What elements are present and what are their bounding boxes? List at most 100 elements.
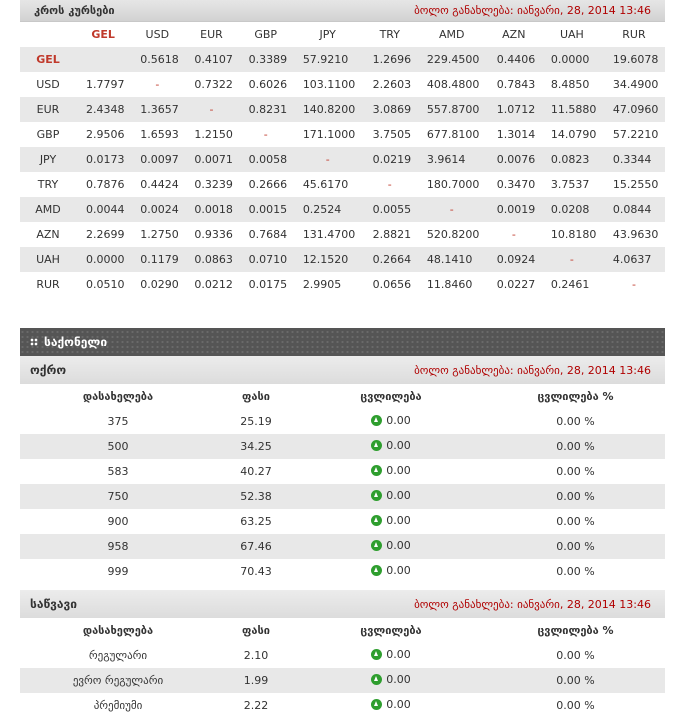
rate-cell: 0.5618 (130, 47, 185, 72)
item-change-pct: 0.00 % (486, 668, 665, 693)
rate-cell: 12.1520 (292, 247, 363, 272)
change-value: 0.00 (371, 539, 411, 552)
rate-cell: 3.7505 (362, 122, 417, 147)
rate-cell: 131.4700 (292, 222, 363, 247)
cross-rates-header-row: GEL USD EUR GBP JPY TRY AMD AZN UAH RUR (20, 22, 665, 47)
change-text: 0.00 (386, 698, 411, 711)
rate-cell: - (130, 72, 185, 97)
rate-cell: 2.8821 (362, 222, 417, 247)
arrow-up-icon (371, 515, 383, 526)
rate-cell: 1.0712 (486, 97, 541, 122)
rate-cell: 1.2696 (362, 47, 417, 72)
col-price: ფასი (216, 384, 296, 409)
item-name: 958 (20, 534, 216, 559)
rate-cell: - (292, 147, 363, 172)
rate-cell: - (238, 122, 293, 147)
rate-cell: 0.0055 (362, 197, 417, 222)
change-text: 0.00 (386, 464, 411, 477)
rate-cell: 0.3470 (486, 172, 541, 197)
rate-cell: 45.6170 (292, 172, 363, 197)
rate-cell: 0.3389 (238, 47, 293, 72)
column-header-eur: EUR (200, 28, 223, 41)
rate-cell: 180.7000 (416, 172, 487, 197)
item-change: 0.00 (296, 643, 486, 668)
cross-rates-title: კროს კურსები (34, 4, 115, 17)
rate-cell: 0.0823 (540, 147, 603, 172)
item-change: 0.00 (296, 409, 486, 434)
row-header-try: TRY (20, 172, 76, 197)
rate-cell: 0.0173 (76, 147, 131, 172)
row-header-eur: EUR (20, 97, 76, 122)
gold-updated: ბოლო განახლება: იანვარი, 28, 2014 13:46 (414, 363, 651, 377)
change-text: 0.00 (386, 648, 411, 661)
rate-cell: 0.2666 (238, 172, 293, 197)
rate-cell: - (184, 97, 239, 122)
commodities-header: საქონელი (20, 328, 665, 356)
item-change-pct: 0.00 % (486, 643, 665, 668)
change-value: 0.00 (371, 439, 411, 452)
gold-header: ოქრო ბოლო განახლება: იანვარი, 28, 2014 1… (20, 356, 665, 384)
change-value: 0.00 (371, 698, 411, 711)
col-change-pct: ცვლილება % (486, 618, 665, 643)
rate-cell: 0.9336 (184, 222, 239, 247)
rate-cell: 0.0656 (362, 272, 417, 297)
item-change-pct: 0.00 % (486, 693, 665, 718)
item-name: რეგულარი (20, 643, 216, 668)
rate-cell: 48.1410 (416, 247, 487, 272)
rate-cell: 0.7322 (184, 72, 239, 97)
arrow-up-icon (371, 649, 383, 660)
rate-cell: 0.3344 (602, 147, 665, 172)
item-name: 900 (20, 509, 216, 534)
rate-cell: 229.4500 (416, 47, 487, 72)
table-row: GEL 0.5618 0.4107 0.3389 57.9210 1.2696 229.45… (20, 47, 665, 72)
rate-cell: 0.4424 (130, 172, 185, 197)
row-header-jpy: JPY (20, 147, 76, 172)
fuel-title: საწვავი (30, 597, 78, 611)
row-header-gel: GEL (20, 47, 76, 72)
rate-cell: 0.3239 (184, 172, 239, 197)
gold-table-header: დასახელება ფასი ცვლილება ცვლილება % (20, 384, 665, 409)
cross-rates-table: GEL USD EUR GBP JPY TRY AMD AZN UAH RUR GEL 0.5618… (20, 22, 665, 297)
rate-cell: 1.7797 (76, 72, 131, 97)
change-text: 0.00 (386, 514, 411, 527)
rate-cell: 0.0018 (184, 197, 239, 222)
rate-cell: 8.4850 (540, 72, 603, 97)
column-header-gel: GEL (91, 28, 115, 41)
table-row: UAH 0.0000 0.1179 0.0863 0.0710 12.1520 0.2664… (20, 247, 665, 272)
arrow-up-icon (371, 465, 383, 476)
rate-cell: 0.4406 (486, 47, 541, 72)
rate-cell: 0.7684 (238, 222, 293, 247)
rate-cell: 1.3014 (486, 122, 541, 147)
rate-cell: 3.9614 (416, 147, 487, 172)
rate-cell: 0.0076 (486, 147, 541, 172)
rate-cell: 0.0212 (184, 272, 239, 297)
change-text: 0.00 (386, 414, 411, 427)
change-value: 0.00 (371, 414, 411, 427)
table-row: რეგულარი 2.10 0.00 0.00 % (20, 643, 665, 668)
table-row: AZN 2.2699 1.2750 0.9336 0.7684 131.4700 2.882… (20, 222, 665, 247)
rate-cell: 0.0097 (130, 147, 185, 172)
rate-cell: 0.0863 (184, 247, 239, 272)
rate-cell: 0.2664 (362, 247, 417, 272)
rate-cell: 11.5880 (540, 97, 603, 122)
rate-cell: 4.0637 (602, 247, 665, 272)
rate-cell: 14.0790 (540, 122, 603, 147)
item-price: 1.99 (216, 668, 296, 693)
rate-cell: - (602, 272, 665, 297)
column-header-amd: AMD (439, 28, 465, 41)
row-header-azn: AZN (20, 222, 76, 247)
rate-cell: 2.4348 (76, 97, 131, 122)
rate-cell: 0.2461 (540, 272, 603, 297)
table-row: AMD 0.0044 0.0024 0.0018 0.0015 0.2524 0.0055-… (20, 197, 665, 222)
item-name: 583 (20, 459, 216, 484)
rate-cell: 171.1000 (292, 122, 363, 147)
table-row: TRY 0.7876 0.4424 0.3239 0.2666 45.6170-180.7… (20, 172, 665, 197)
table-row: 750 52.38 0.00 0.00 % (20, 484, 665, 509)
item-price: 70.43 (216, 559, 296, 584)
arrow-up-icon (371, 674, 383, 685)
change-value: 0.00 (371, 648, 411, 661)
row-header-usd: USD (20, 72, 76, 97)
rate-cell: 1.3657 (130, 97, 185, 122)
table-row: 500 34.25 0.00 0.00 % (20, 434, 665, 459)
table-row: USD 1.7797-0.7322 0.6026 103.1100 2.2603 408.… (20, 72, 665, 97)
